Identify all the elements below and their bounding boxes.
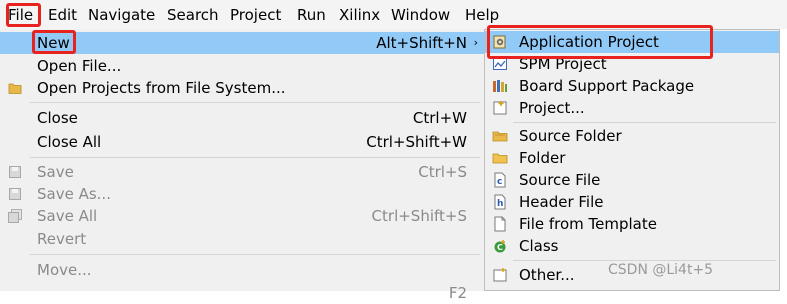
submenu-item-folder[interactable]: Folder [485,147,779,169]
menu-window[interactable]: Window [391,5,450,25]
editor-background [780,29,787,291]
submenu-item-file-from-template-label: File from Template [519,215,657,233]
submenu-item-header-file[interactable]: h Header File [485,191,779,213]
menu-item-rename-partial[interactable]: F2 [0,282,484,304]
menu-item-open-file[interactable]: Open File... [0,55,484,77]
submenu-item-header-file-label: Header File [519,193,604,211]
svg-text:C: C [497,243,503,252]
menu-item-close-all-accel: Ctrl+Shift+W [366,133,467,151]
menu-item-close[interactable]: Close Ctrl+W [0,107,484,129]
menu-item-open-file-label: Open File... [37,57,122,75]
menu-item-revert-label: Revert [37,230,87,248]
new-highlight-box [32,30,76,54]
save-all-icon [8,209,22,223]
svg-text:c: c [497,177,502,187]
menu-separator [30,254,480,255]
menu-item-move-label: Move... [37,261,92,279]
submenu-item-other-label: Other... [519,266,575,284]
submenu-item-board-support-package[interactable]: Board Support Package [485,75,779,97]
menu-item-save-all[interactable]: Save All Ctrl+Shift+S [0,205,484,227]
new-submenu: Application Project SPM Project Board Su… [484,29,780,291]
submenu-item-source-file[interactable]: c Source File [485,169,779,191]
submenu-item-board-support-package-label: Board Support Package [519,77,695,95]
application-project-highlight-box [487,25,713,59]
project-icon [493,101,507,115]
class-icon: C [494,240,506,253]
submenu-item-source-folder-label: Source Folder [519,127,622,145]
menu-item-save-all-label: Save All [37,207,98,225]
menu-item-move[interactable]: Move... [0,259,484,281]
file-menu: New Alt+Shift+N › Open File... Open Proj… [0,29,485,302]
menu-item-open-projects[interactable]: Open Projects from File System... [0,77,484,99]
menu-item-save[interactable]: Save Ctrl+S [0,161,484,183]
save-icon [9,166,21,178]
source-file-icon: c [494,172,506,188]
menu-help[interactable]: Help [465,5,499,25]
submenu-separator [513,122,776,123]
menu-item-save-accel: Ctrl+S [418,163,467,181]
source-folder-icon [492,131,508,142]
submenu-item-class-label: Class [519,237,559,255]
menu-item-close-accel: Ctrl+W [412,109,467,127]
bsp-icon [493,80,507,92]
menu-item-revert[interactable]: Revert [0,228,484,250]
menu-edit[interactable]: Edit [48,5,77,25]
folder-icon [8,83,22,94]
menu-project[interactable]: Project [230,5,281,25]
submenu-item-source-file-label: Source File [519,171,601,189]
menu-item-save-as[interactable]: Save As... [0,183,484,205]
menu-item-rename-accel: F2 [448,284,467,302]
submenu-item-folder-label: Folder [519,149,566,167]
menu-xilinx[interactable]: Xilinx [339,5,380,25]
submenu-item-project[interactable]: Project... [485,97,779,119]
watermark: CSDN @Li4t+5 [608,262,714,278]
menu-item-new-accel: Alt+Shift+N [376,34,467,52]
file-template-icon [494,216,506,232]
submenu-item-project-label: Project... [519,99,585,117]
menu-item-save-all-accel: Ctrl+Shift+S [371,207,467,225]
file-highlight-box [6,3,41,27]
menu-item-save-as-label: Save As... [37,185,111,203]
menu-navigate[interactable]: Navigate [88,5,155,25]
submenu-item-file-from-template[interactable]: File from Template [485,213,779,235]
other-icon [493,268,507,282]
svg-text:h: h [497,199,503,209]
submenu-separator [513,260,776,261]
menu-item-open-projects-label: Open Projects from File System... [37,79,286,97]
menu-separator [30,157,480,158]
menu-separator [30,102,480,103]
submenu-arrow-icon: › [473,36,478,49]
menu-item-close-all-label: Close All [37,133,102,151]
header-file-icon: h [494,194,506,210]
submenu-item-source-folder[interactable]: Source Folder [485,125,779,147]
folder-icon [492,153,508,164]
menu-run[interactable]: Run [297,5,326,25]
menu-item-save-label: Save [37,163,74,181]
menu-search[interactable]: Search [167,5,219,25]
submenu-item-class[interactable]: C Class [485,235,779,257]
save-as-icon [9,188,21,200]
menu-item-close-label: Close [37,109,78,127]
menu-item-close-all[interactable]: Close All Ctrl+Shift+W [0,131,484,153]
